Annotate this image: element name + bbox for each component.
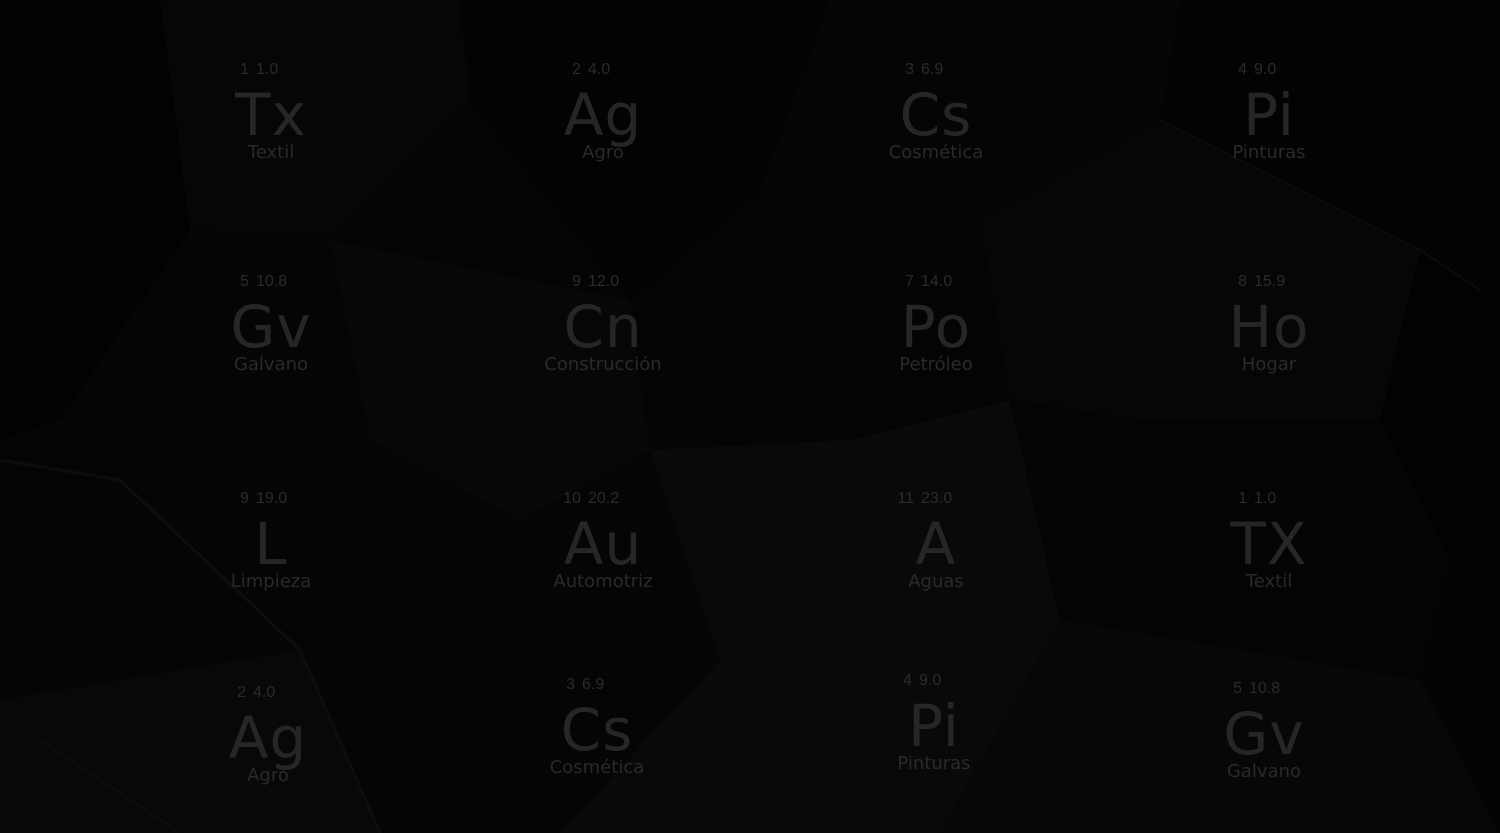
element-symbol: Pi: [1243, 81, 1295, 149]
element-card-aguas: 11 23.0 A Aguas: [836, 489, 1036, 593]
element-card-construccion: 9 12.0 Cn Construcción: [503, 272, 703, 376]
element-name: Galvano: [1226, 761, 1302, 782]
atomic-mass: 4.0: [588, 61, 611, 78]
element-name: Agro: [582, 142, 624, 163]
element-symbol: Tx: [235, 81, 307, 149]
atomic-number: 7: [905, 273, 914, 290]
element-card-limpieza: 9 19.0 L Limpieza: [171, 489, 371, 593]
element-symbol: Pi: [908, 692, 960, 760]
element-symbol: TX: [1230, 510, 1308, 578]
element-card-cosmetica-2: 3 6.9 Cs Cosmética: [497, 675, 697, 779]
atomic-mass: 20.2: [588, 490, 620, 507]
element-name: Automotriz: [553, 571, 653, 592]
element-card-textil: 1 1.0 Tx Textil: [171, 60, 371, 164]
element-name: Agro: [247, 765, 289, 786]
element-card-petroleo: 7 14.0 Po Petróleo: [836, 272, 1036, 376]
element-name: Pinturas: [1232, 142, 1306, 163]
atomic-mass: 9.0: [1254, 61, 1277, 78]
element-name: Petróleo: [899, 354, 973, 375]
atomic-number: 3: [566, 676, 575, 693]
atomic-number: 2: [572, 61, 581, 78]
atomic-number: 9: [240, 490, 249, 507]
element-name: Construcción: [544, 354, 662, 375]
atomic-number: 4: [903, 672, 912, 689]
atomic-mass: 14.0: [921, 273, 953, 290]
element-name: Pinturas: [897, 753, 971, 774]
element-card-pinturas-2: 4 9.0 Pi Pinturas: [834, 671, 1034, 775]
element-name: Galvano: [233, 354, 309, 375]
element-symbol: Cs: [560, 696, 634, 764]
element-name: Cosmética: [549, 757, 645, 778]
atomic-mass: 6.9: [921, 61, 944, 78]
atomic-number: 9: [572, 273, 581, 290]
element-name: Aguas: [908, 571, 964, 592]
atomic-mass: 15.9: [1254, 273, 1286, 290]
atomic-mass: 10.8: [256, 273, 288, 290]
atomic-number: 11: [897, 490, 914, 507]
element-symbol: Cn: [563, 293, 643, 361]
element-symbol: Ag: [228, 704, 308, 772]
atomic-number: 8: [1238, 273, 1247, 290]
element-card-agro-2: 2 4.0 Ag Agro: [168, 683, 368, 787]
element-card-pinturas: 4 9.0 Pi Pinturas: [1169, 60, 1369, 164]
element-name: Hogar: [1241, 354, 1297, 375]
atomic-mass: 1.0: [1254, 490, 1277, 507]
atomic-number: 1: [1238, 490, 1247, 507]
element-card-galvano-2: 5 10.8 Gv Galvano: [1164, 679, 1364, 783]
atomic-mass: 4.0: [253, 684, 276, 701]
atomic-mass: 12.0: [588, 273, 620, 290]
atomic-number: 3: [905, 61, 914, 78]
element-card-galvano: 5 10.8 Gv Galvano: [171, 272, 371, 376]
element-symbol: Gv: [1223, 700, 1305, 768]
atomic-mass: 23.0: [921, 490, 953, 507]
element-card-cosmetica: 3 6.9 Cs Cosmética: [836, 60, 1036, 164]
element-name: Cosmética: [888, 142, 984, 163]
element-card-hogar: 8 15.9 Ho Hogar: [1169, 272, 1369, 376]
atomic-mass: 9.0: [919, 672, 942, 689]
element-symbol: Cs: [899, 81, 973, 149]
element-card-agro: 2 4.0 Ag Agro: [503, 60, 703, 164]
element-symbol: Au: [563, 510, 643, 578]
element-card-textil-2: 1 1.0 TX Textil: [1169, 489, 1369, 593]
atomic-mass: 1.0: [256, 61, 279, 78]
element-symbol: Gv: [230, 293, 312, 361]
element-symbol: L: [254, 510, 288, 578]
element-grid-background: 1 1.0 Tx Textil 2 4.0 Ag Agro 3 6.9 Cs C…: [0, 0, 1500, 833]
element-name: Textil: [1245, 571, 1293, 592]
atomic-mass: 6.9: [582, 676, 605, 693]
atomic-number: 5: [240, 273, 249, 290]
element-symbol: Po: [900, 293, 972, 361]
element-card-automotriz: 10 20.2 Au Automotriz: [503, 489, 703, 593]
element-name: Limpieza: [230, 571, 312, 592]
atomic-number: 2: [237, 684, 246, 701]
element-symbol: Ho: [1228, 293, 1310, 361]
atomic-mass: 19.0: [256, 490, 288, 507]
element-symbol: Ag: [563, 81, 643, 149]
atomic-mass: 10.8: [1249, 680, 1281, 697]
atomic-number: 1: [240, 61, 249, 78]
element-name: Textil: [247, 142, 295, 163]
atomic-number: 4: [1238, 61, 1247, 78]
atomic-number: 5: [1233, 680, 1242, 697]
atomic-number: 10: [563, 490, 581, 507]
element-symbol: A: [915, 510, 957, 578]
